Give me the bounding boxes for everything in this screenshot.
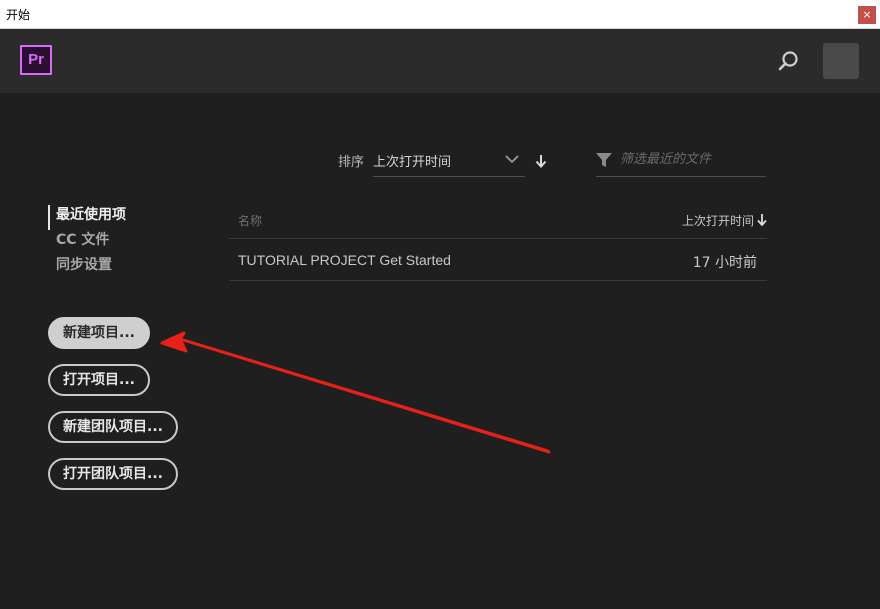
sort-value: 上次打开时间 [373, 155, 452, 170]
sort-label: 排序 [338, 155, 365, 170]
filter-field [596, 141, 766, 177]
filter-funnel-icon [596, 152, 612, 168]
sort-direction-arrow-down-icon[interactable] [534, 153, 548, 168]
column-header-last-opened[interactable]: 上次打开时间 [682, 212, 767, 229]
window-title: 开始 [6, 8, 31, 22]
column-header-last-opened-label: 上次打开时间 [681, 214, 754, 228]
file-last-opened: 17 小时前 [692, 255, 757, 271]
close-button[interactable]: × [858, 6, 876, 24]
new-team-project-button[interactable]: 新建团队项目... [48, 411, 178, 443]
start-screen: 排序 上次打开时间 最近使用项 CC 文件 同步设置 新建项目... 打开项目.… [0, 93, 880, 609]
app-header: Pr [0, 29, 880, 93]
recent-files-table: 名称 上次打开时间 TUTORIAL PROJECT Get Started 1… [229, 203, 767, 281]
sidebar-item-cc-files[interactable]: CC 文件 [48, 230, 178, 255]
open-team-project-button[interactable]: 打开团队项目... [48, 458, 178, 490]
open-project-button[interactable]: 打开项目... [48, 364, 150, 396]
filter-input[interactable] [620, 147, 760, 171]
sort-dropdown[interactable]: 上次打开时间 [373, 141, 525, 177]
file-name: TUTORIAL PROJECT Get Started [238, 252, 451, 268]
avatar[interactable] [823, 43, 859, 79]
premiere-logo: Pr [20, 45, 52, 75]
sidebar-item-recent[interactable]: 最近使用项 [48, 205, 178, 230]
search-icon[interactable] [776, 49, 800, 73]
new-project-button[interactable]: 新建项目... [48, 317, 150, 349]
window-titlebar: 开始 × [0, 0, 880, 29]
sidebar-nav: 最近使用项 CC 文件 同步设置 [48, 205, 178, 280]
chevron-down-icon [505, 151, 519, 165]
arrow-down-icon [757, 214, 767, 227]
sidebar-item-sync-settings[interactable]: 同步设置 [48, 255, 178, 280]
column-header-name[interactable]: 名称 [238, 212, 262, 229]
table-header: 名称 上次打开时间 [229, 203, 767, 239]
table-row[interactable]: TUTORIAL PROJECT Get Started 17 小时前 [229, 239, 767, 281]
